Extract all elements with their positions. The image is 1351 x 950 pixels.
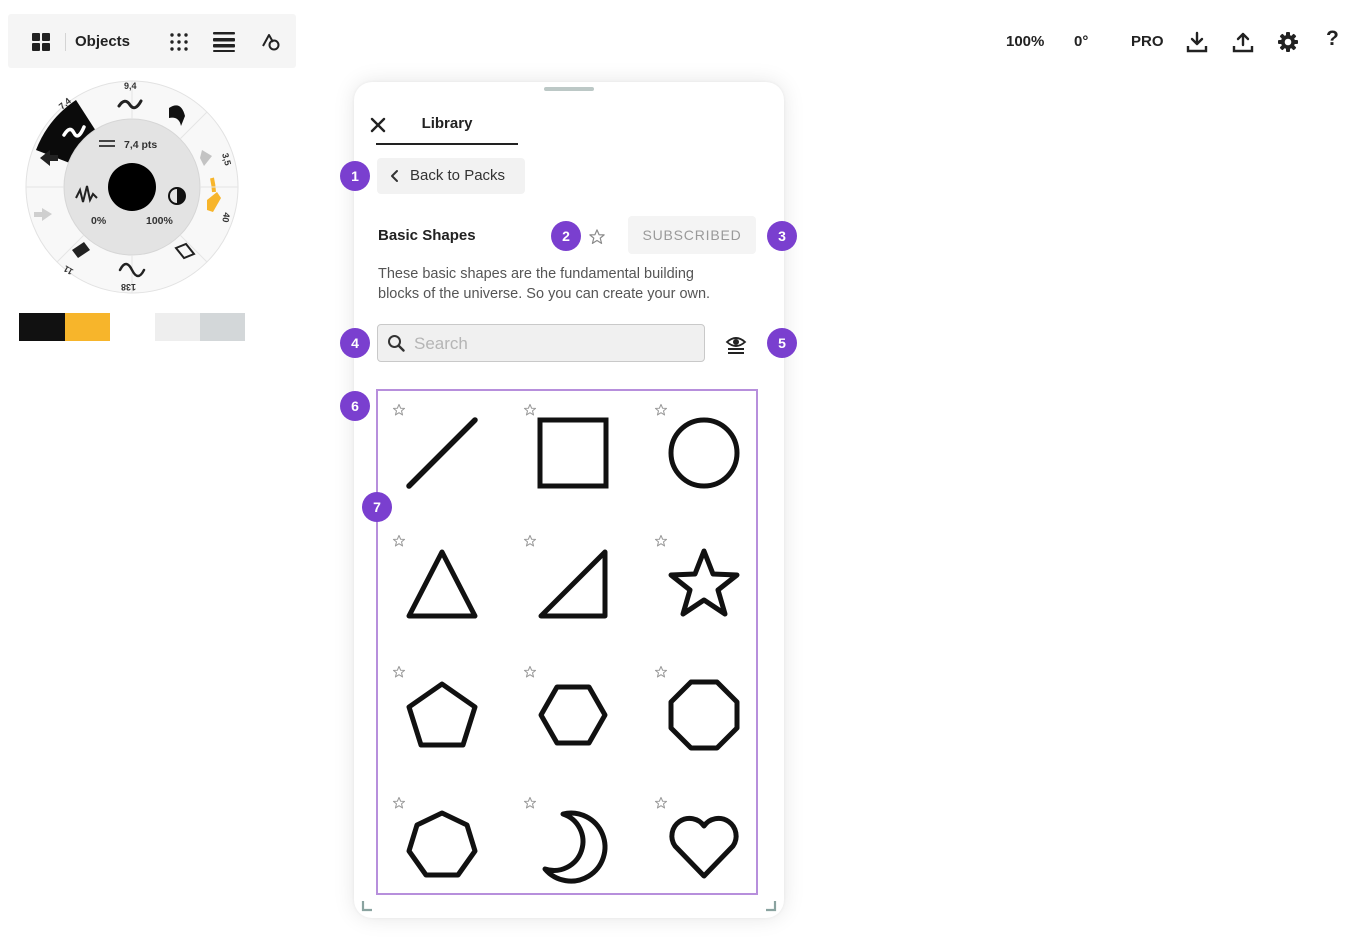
upload-icon[interactable] bbox=[1232, 31, 1254, 53]
shape-cell-circle[interactable] bbox=[644, 395, 770, 521]
search-box[interactable] bbox=[377, 324, 705, 362]
swatch-gray[interactable] bbox=[200, 313, 245, 341]
tab-underline bbox=[376, 143, 518, 145]
size-label-pen: 9,4 bbox=[124, 81, 137, 91]
pentagon-shape-icon bbox=[402, 675, 482, 755]
square-shape-icon bbox=[533, 413, 613, 493]
stroke-size-label[interactable]: 7,4 pts bbox=[124, 139, 157, 151]
shape-cell-right-triangle[interactable] bbox=[513, 526, 639, 652]
top-right-toolbar: 100% 0° PRO ? bbox=[996, 14, 1348, 68]
opacity-min-label: 0% bbox=[91, 215, 107, 227]
line-shape-icon bbox=[402, 413, 482, 493]
download-icon[interactable] bbox=[1186, 31, 1208, 53]
brush-wheel[interactable]: 7,4 9,4 3,5 40 138 11 7,4 pts 0% 100% bbox=[24, 70, 244, 300]
shapes-grid bbox=[376, 389, 758, 895]
tab-library-label: Library bbox=[421, 115, 473, 132]
favorite-pack-star-icon[interactable] bbox=[588, 228, 606, 246]
back-to-packs-button[interactable]: Back to Packs bbox=[377, 158, 525, 194]
shape-cell-star[interactable] bbox=[644, 526, 770, 652]
right-triangle-shape-icon bbox=[533, 544, 613, 624]
shape-cell-heptagon[interactable] bbox=[382, 788, 508, 914]
help-icon[interactable]: ? bbox=[1326, 28, 1339, 49]
swatch-light-gray[interactable] bbox=[155, 313, 200, 341]
shapes-icon[interactable] bbox=[260, 32, 282, 52]
heptagon-shape-icon bbox=[402, 806, 482, 886]
badge-6: 6 bbox=[340, 391, 370, 421]
chevron-left-icon bbox=[388, 169, 402, 183]
circle-shape-icon bbox=[664, 413, 744, 493]
badge-4: 4 bbox=[340, 328, 370, 358]
heart-shape-icon bbox=[664, 806, 744, 886]
active-color-dot[interactable] bbox=[108, 163, 156, 211]
resize-corner-left[interactable] bbox=[361, 900, 373, 912]
tab-library[interactable]: Library bbox=[376, 111, 518, 145]
objects-icon[interactable] bbox=[32, 33, 50, 51]
search-input[interactable] bbox=[412, 331, 696, 357]
pack-description-line-1: These basic shapes are the fundamental b… bbox=[378, 266, 694, 282]
shape-cell-pentagon[interactable] bbox=[382, 657, 508, 783]
badge-7: 7 bbox=[362, 492, 392, 522]
swatch-yellow[interactable] bbox=[65, 313, 110, 341]
badge-3: 3 bbox=[767, 221, 797, 251]
swatch-black[interactable] bbox=[19, 313, 65, 341]
opacity-max-label: 100% bbox=[146, 215, 174, 227]
toolbar-divider bbox=[65, 33, 66, 51]
visibility-toggle-icon[interactable] bbox=[725, 333, 747, 355]
top-left-toolbar: Objects bbox=[8, 14, 296, 68]
crescent-shape-icon bbox=[533, 806, 613, 886]
rotation-value[interactable]: 0° bbox=[1074, 33, 1088, 51]
shape-cell-heart[interactable] bbox=[644, 788, 770, 914]
library-panel: Library Back to Packs Basic Shapes SUBSC… bbox=[354, 82, 784, 918]
shape-cell-octagon[interactable] bbox=[644, 657, 770, 783]
size-label-highlighter: 40 bbox=[220, 212, 232, 224]
shape-cell-hexagon[interactable] bbox=[513, 657, 639, 783]
octagon-shape-icon bbox=[664, 675, 744, 755]
resize-corner-right[interactable] bbox=[765, 900, 777, 912]
star-shape-icon bbox=[664, 544, 744, 624]
size-label-smooth: 138 bbox=[121, 282, 136, 292]
hexagon-shape-icon bbox=[533, 675, 613, 755]
shape-cell-square[interactable] bbox=[513, 395, 639, 521]
triangle-shape-icon bbox=[402, 544, 482, 624]
search-icon bbox=[387, 334, 405, 352]
shape-cell-triangle[interactable] bbox=[382, 526, 508, 652]
subscribed-label: SUBSCRIBED bbox=[642, 227, 742, 243]
drag-handle[interactable] bbox=[544, 87, 594, 91]
zoom-level[interactable]: 100% bbox=[1006, 33, 1044, 51]
badge-1: 1 bbox=[340, 161, 370, 191]
shape-cell-crescent[interactable] bbox=[513, 788, 639, 914]
pro-button[interactable]: PRO bbox=[1131, 33, 1164, 51]
layers-icon[interactable] bbox=[213, 32, 235, 52]
badge-5: 5 bbox=[767, 328, 797, 358]
badge-2: 2 bbox=[551, 221, 581, 251]
pack-description-line-2: blocks of the universe. So you can creat… bbox=[378, 286, 711, 302]
objects-label[interactable]: Objects bbox=[75, 33, 130, 51]
back-to-packs-label: Back to Packs bbox=[410, 167, 506, 184]
pack-title: Basic Shapes bbox=[378, 227, 476, 244]
grid-icon[interactable] bbox=[169, 32, 189, 52]
pack-description: These basic shapes are the fundamental b… bbox=[378, 264, 774, 304]
shape-cell-line[interactable] bbox=[382, 395, 508, 521]
subscribed-button[interactable]: SUBSCRIBED bbox=[628, 216, 756, 254]
color-swatches bbox=[19, 313, 245, 341]
settings-icon[interactable] bbox=[1277, 31, 1299, 53]
